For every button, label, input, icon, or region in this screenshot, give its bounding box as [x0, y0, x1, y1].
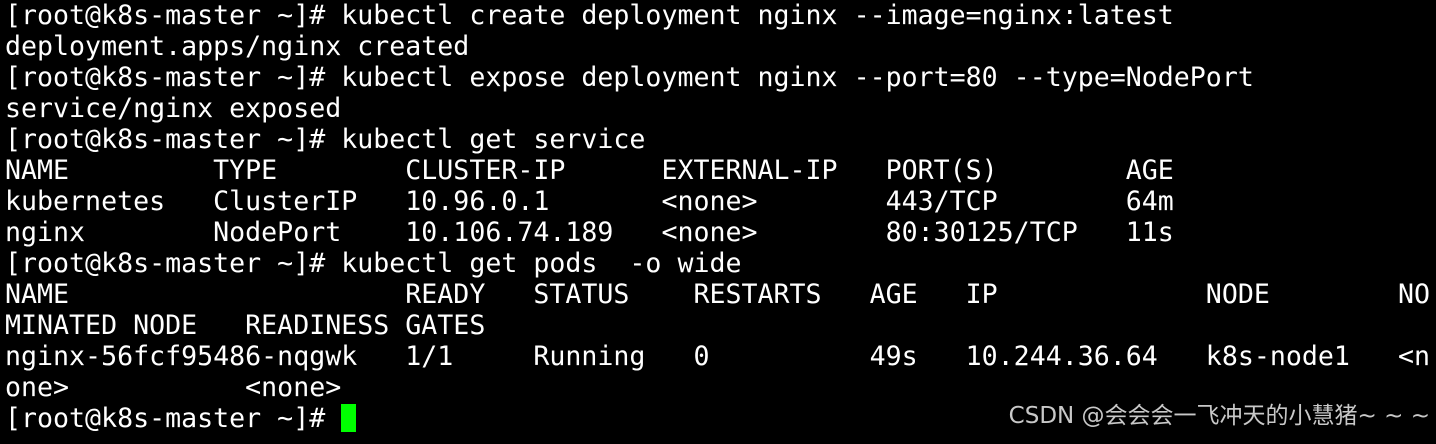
terminal-cursor: [341, 404, 357, 432]
prompt-line-expose-deployment: [root@k8s-master ~]# kubectl expose depl…: [5, 62, 1254, 93]
pods-table-header-wrapped: MINATED NODE READINESS GATES: [5, 310, 486, 341]
terminal-output: [root@k8s-master ~]# kubectl create depl…: [5, 0, 1430, 434]
csdn-watermark: CSDN @会会会一飞冲天的小慧猪~ ~ ~: [1008, 403, 1430, 429]
terminal-window[interactable]: [root@k8s-master ~]# kubectl create depl…: [0, 0, 1436, 444]
output-service-exposed: service/nginx exposed: [5, 93, 342, 124]
service-table-row: kubernetes ClusterIP 10.96.0.1 <none> 44…: [5, 186, 1174, 217]
prompt-line-create-deployment: [root@k8s-master ~]# kubectl create depl…: [5, 0, 1174, 31]
output-deployment-created: deployment.apps/nginx created: [5, 31, 470, 62]
pods-table-row: nginx-56fcf95486-nqgwk 1/1 Running 0 49s…: [5, 341, 1430, 372]
current-prompt: [root@k8s-master ~]#: [5, 403, 342, 434]
prompt-line-get-service: [root@k8s-master ~]# kubectl get service: [5, 124, 646, 155]
prompt-line-get-pods: [root@k8s-master ~]# kubectl get pods -o…: [5, 248, 742, 279]
service-table-row: nginx NodePort 10.106.74.189 <none> 80:3…: [5, 217, 1174, 248]
pods-table-row-wrapped: one> <none>: [5, 372, 342, 403]
pods-table-header: NAME READY STATUS RESTARTS AGE IP NODE N…: [5, 279, 1430, 310]
service-table-header: NAME TYPE CLUSTER-IP EXTERNAL-IP PORT(S)…: [5, 155, 1174, 186]
